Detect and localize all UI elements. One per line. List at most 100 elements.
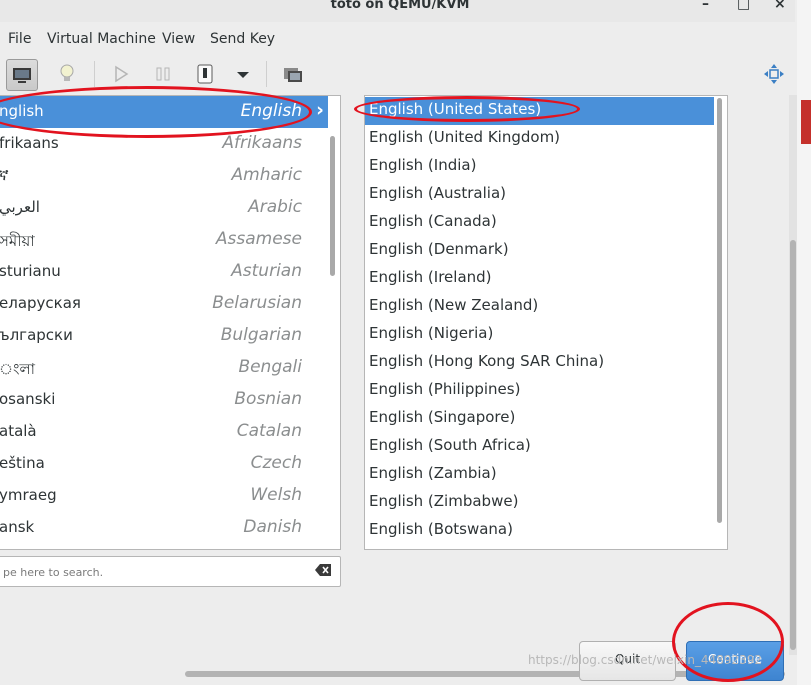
- search-input[interactable]: [1, 561, 305, 583]
- locale-label: English (Nigeria): [369, 324, 494, 342]
- locale-row[interactable]: English (Australia): [365, 181, 714, 209]
- locale-list[interactable]: English (United States) English (United K…: [364, 95, 728, 550]
- menu-bar: File Virtual Machine View Send Key: [0, 26, 795, 52]
- locale-row[interactable]: English (United Kingdom): [365, 125, 714, 153]
- locale-list-scrollbar[interactable]: [717, 98, 722, 523]
- watermark: https://blog.csdn.net/weixin_44892392: [528, 653, 763, 667]
- language-english-name: English: [240, 101, 302, 121]
- language-row[interactable]: ългарски Bulgarian: [0, 320, 328, 352]
- fullscreen-icon: [764, 64, 784, 84]
- locale-label: English (Singapore): [369, 408, 516, 426]
- locale-row[interactable]: English (Hong Kong SAR China): [365, 349, 714, 377]
- language-english-name: Bosnian: [234, 389, 302, 409]
- search-box: [0, 556, 341, 587]
- language-english-name: Catalan: [236, 421, 302, 441]
- locale-row[interactable]: English (Canada): [365, 209, 714, 237]
- close-button[interactable]: ×: [774, 0, 786, 12]
- toolbar-separator: [94, 61, 95, 87]
- locale-row[interactable]: English (United States): [365, 97, 714, 125]
- locale-label: English (India): [369, 156, 477, 174]
- language-row[interactable]: ংলা Bengali: [0, 352, 328, 384]
- language-row[interactable]: osanski Bosnian: [0, 384, 328, 416]
- locale-label: English (Zimbabwe): [369, 492, 519, 510]
- locale-label: English (New Zealand): [369, 296, 539, 314]
- minimize-button[interactable]: –: [702, 0, 709, 12]
- lightbulb-icon: [60, 64, 74, 81]
- locale-row[interactable]: English (Zambia): [365, 461, 714, 489]
- language-row[interactable]: ymraeg Welsh: [0, 480, 328, 512]
- language-list-scrollbar[interactable]: [330, 136, 335, 276]
- language-native-name: sturianu: [0, 262, 61, 280]
- console-view-button[interactable]: [6, 59, 38, 91]
- language-english-name: Danish: [243, 517, 302, 537]
- language-english-name: Belarusian: [212, 293, 302, 313]
- language-english-name: Bengali: [238, 357, 302, 377]
- menu-virtual-machine[interactable]: Virtual Machine: [47, 31, 156, 47]
- locale-label: English (Philippines): [369, 380, 521, 398]
- language-native-name: nglish: [0, 102, 44, 120]
- window-title: toto on QEMU/KVM: [330, 0, 470, 12]
- fullscreen-button[interactable]: [759, 59, 789, 89]
- language-english-name: Assamese: [215, 229, 302, 249]
- language-row[interactable]: frikaans Afrikaans: [0, 128, 328, 160]
- run-button[interactable]: [106, 59, 136, 89]
- language-english-name: Afrikaans: [222, 133, 302, 153]
- language-row[interactable]: еларуская Belarusian: [0, 288, 328, 320]
- language-row[interactable]: العربي Arabic: [0, 192, 328, 224]
- toolbar-separator: [266, 61, 267, 87]
- pause-icon: [156, 67, 170, 81]
- menu-send-key[interactable]: Send Key: [210, 31, 275, 47]
- locale-label: English (South Africa): [369, 436, 531, 454]
- language-native-name: ългарски: [0, 326, 73, 344]
- window-scrollbar[interactable]: [790, 240, 796, 650]
- clear-icon[interactable]: [315, 564, 331, 576]
- locale-label: English (Australia): [369, 184, 506, 202]
- locale-row[interactable]: English (South Africa): [365, 433, 714, 461]
- maximize-button[interactable]: □: [737, 0, 750, 12]
- language-row[interactable]: ansk Danish: [0, 512, 328, 544]
- language-english-name: Bulgarian: [220, 325, 302, 345]
- language-english-name: Amharic: [231, 165, 302, 185]
- locale-row[interactable]: English (Botswana): [365, 517, 714, 545]
- locale-label: English (United States): [369, 100, 542, 118]
- language-row[interactable]: সমীয়া Assamese: [0, 224, 328, 256]
- locale-label: English (Denmark): [369, 240, 509, 258]
- menu-view[interactable]: View: [162, 31, 195, 47]
- language-row[interactable]: eština Czech: [0, 448, 328, 480]
- snapshots-button[interactable]: [278, 59, 308, 89]
- language-english-name: Czech: [250, 453, 302, 473]
- locale-label: English (Ireland): [369, 268, 492, 286]
- locale-row[interactable]: English (Singapore): [365, 405, 714, 433]
- locale-row[interactable]: English (Nigeria): [365, 321, 714, 349]
- language-native-name: frikaans: [0, 134, 59, 152]
- power-icon: [197, 64, 213, 84]
- language-row[interactable]: sturianu Asturian: [0, 256, 328, 288]
- language-native-name: العربي: [0, 198, 40, 216]
- language-row[interactable]: nglish English ›: [0, 96, 328, 128]
- pause-button[interactable]: [148, 59, 178, 89]
- locale-label: English (Canada): [369, 212, 497, 230]
- details-view-button[interactable]: [52, 59, 82, 89]
- language-row[interactable]: atalà Catalan: [0, 416, 328, 448]
- title-bar: toto on QEMU/KVM – □ ×: [0, 0, 795, 22]
- language-native-name: еларуская: [0, 294, 81, 312]
- locale-label: English (United Kingdom): [369, 128, 561, 146]
- locale-label: English (Hong Kong SAR China): [369, 352, 605, 370]
- language-native-name: ymraeg: [0, 486, 57, 504]
- menu-file[interactable]: File: [8, 31, 31, 47]
- locale-row[interactable]: English (Denmark): [365, 237, 714, 265]
- locale-row[interactable]: English (New Zealand): [365, 293, 714, 321]
- language-english-name: Asturian: [231, 261, 302, 281]
- shutdown-menu-button[interactable]: [228, 59, 258, 89]
- language-list[interactable]: nglish English › frikaans Afrikaans ኛ Amharic ا…: [0, 95, 341, 550]
- shutdown-button[interactable]: [190, 59, 220, 89]
- toolbar: [0, 53, 795, 95]
- language-native-name: atalà: [0, 422, 37, 440]
- locale-row[interactable]: English (India): [365, 153, 714, 181]
- locale-label: English (Botswana): [369, 520, 513, 538]
- locale-row[interactable]: English (Philippines): [365, 377, 714, 405]
- locale-row[interactable]: English (Zimbabwe): [365, 489, 714, 517]
- locale-row[interactable]: English (Ireland): [365, 265, 714, 293]
- language-english-name: Arabic: [248, 197, 302, 217]
- language-row[interactable]: ኛ Amharic: [0, 160, 328, 192]
